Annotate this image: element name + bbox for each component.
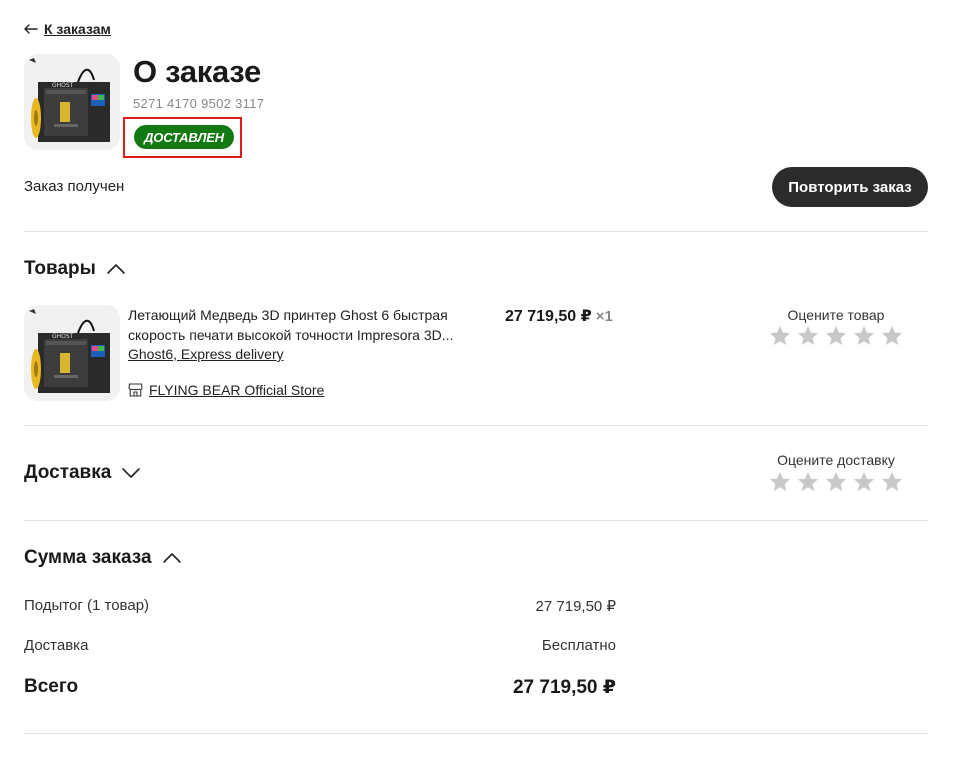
divider xyxy=(24,733,928,734)
back-to-orders-link[interactable]: К заказам xyxy=(24,21,111,37)
repeat-order-button[interactable]: Повторить заказ xyxy=(772,167,928,207)
products-section-header[interactable]: Товары xyxy=(24,258,126,280)
delivery-cost-row: Доставка Бесплатно xyxy=(24,637,616,654)
divider xyxy=(24,425,928,426)
order-product-thumbnail: GHOST xyxy=(24,54,120,150)
star-icon[interactable] xyxy=(768,470,792,494)
star-icon[interactable] xyxy=(852,324,876,348)
divider xyxy=(24,520,928,521)
star-icon[interactable] xyxy=(824,470,848,494)
star-icon[interactable] xyxy=(880,470,904,494)
received-status-text: Заказ получен xyxy=(24,178,125,195)
chevron-down-icon xyxy=(122,468,141,478)
store-icon xyxy=(128,383,143,397)
delivery-cost-label: Доставка xyxy=(24,637,89,654)
subtotal-value: 27 719,50 ₽ xyxy=(535,598,616,615)
back-link-label: К заказам xyxy=(44,21,111,37)
total-row: Всего 27 719,50 ₽ xyxy=(24,676,616,699)
subtotal-row: Подытог (1 товар) 27 719,50 ₽ xyxy=(24,597,616,615)
store-link[interactable]: FLYING BEAR Official Store xyxy=(128,382,324,398)
star-icon[interactable] xyxy=(768,324,792,348)
printer-image: GHOST xyxy=(24,54,120,150)
delivery-section-header[interactable]: Доставка xyxy=(24,462,141,484)
product-thumbnail[interactable]: GHOST xyxy=(24,305,120,401)
product-title-link[interactable]: Летающий Медведь 3D принтер Ghost 6 быст… xyxy=(128,305,478,345)
summary-section-header[interactable]: Сумма заказа xyxy=(24,547,182,569)
rate-delivery-label: Оцените доставку xyxy=(777,452,895,468)
delivery-cost-value: Бесплатно xyxy=(541,637,616,654)
printer-image: GHOST xyxy=(24,305,120,401)
page-title: О заказе xyxy=(133,54,261,89)
divider xyxy=(24,231,928,232)
star-icon[interactable] xyxy=(852,470,876,494)
product-quantity: ×1 xyxy=(595,308,613,325)
order-number: 5271 4170 9502 3117 xyxy=(133,96,265,111)
delivery-section-title: Доставка xyxy=(24,462,112,483)
chevron-up-icon xyxy=(107,264,125,274)
star-icon[interactable] xyxy=(880,324,904,348)
rate-product-label: Оцените товар xyxy=(787,307,885,323)
svg-text:GHOST: GHOST xyxy=(52,82,74,89)
total-value: 27 719,50 ₽ xyxy=(512,677,616,698)
subtotal-label: Подытог (1 товар) xyxy=(24,597,150,614)
star-icon[interactable] xyxy=(796,324,820,348)
products-section-title: Товары xyxy=(24,258,96,279)
product-price: 27 719,50 ₽ xyxy=(505,308,592,325)
arrow-left-icon xyxy=(24,24,38,34)
product-price-line: 27 719,50 ₽ ×1 xyxy=(505,306,613,326)
store-name: FLYING BEAR Official Store xyxy=(149,382,325,398)
star-icon[interactable] xyxy=(824,324,848,348)
product-rating-stars xyxy=(768,324,904,348)
star-icon[interactable] xyxy=(796,470,820,494)
total-label: Всего xyxy=(24,676,79,697)
summary-section-title: Сумма заказа xyxy=(24,547,152,568)
chevron-up-icon xyxy=(162,553,181,563)
status-badge: ДОСТАВЛЕН xyxy=(134,125,234,149)
delivery-rating-stars xyxy=(768,470,904,494)
product-variant-link[interactable]: Ghost6, Express delivery xyxy=(128,346,284,362)
svg-text:GHOST: GHOST xyxy=(52,333,74,340)
